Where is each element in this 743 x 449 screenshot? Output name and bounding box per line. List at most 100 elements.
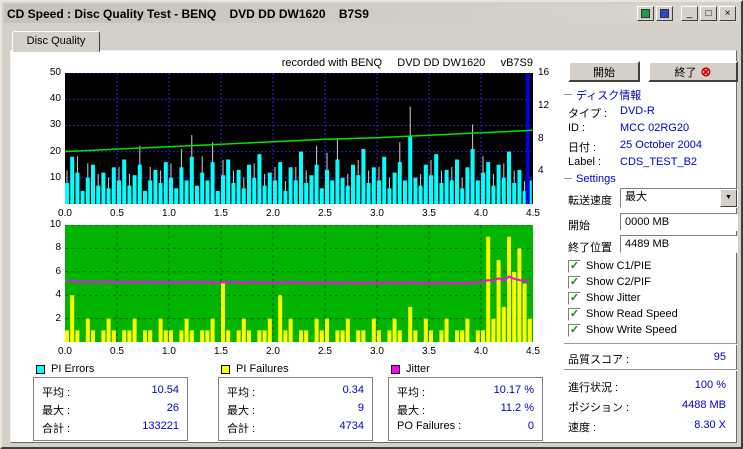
settings-header: Settings [564,173,616,185]
axis-tick-label: 8 [538,132,544,144]
pi-failures-jitter-chart [65,225,533,342]
disc-id-value: MCC 02RG20 [620,122,690,134]
axis-tick-label: 0.5 [110,208,124,219]
disc-type-label: タイプ : [568,108,608,120]
axis-tick-label: 4.0 [474,208,488,219]
titlebar-document-button[interactable] [637,6,654,21]
axis-tick-label: 1.0 [162,346,176,357]
checkbox-icon[interactable]: ✓ [568,259,581,273]
quality-score-value: 95 [713,351,726,363]
axis-tick-label: 1.5 [214,346,228,357]
pi-errors-chart [65,73,533,204]
axis-tick-label: 3.0 [370,208,384,219]
section-dash [564,94,572,96]
checkbox-show-c2-pif[interactable]: ✓ Show C2/PIF [568,275,651,289]
checkbox-icon[interactable]: ✓ [568,275,581,289]
transfer-speed-dropdown[interactable]: 最大 ▼ [620,188,738,208]
axis-tick-label: 2 [55,312,61,324]
checkbox-show-write-speed[interactable]: ✓ Show Write Speed [568,323,677,337]
jitter-stats-box: 平均 :10.17 % 最大 :11.2 % PO Failures :0 [388,377,543,441]
maximize-button[interactable]: □ [700,6,717,21]
axis-tick-label: 40 [49,93,61,105]
disc-label-value: CDS_TEST_B2 [620,156,698,168]
axis-tick-label: 3.5 [422,346,436,357]
axis-tick-label: 4.5 [526,208,540,219]
axis-tick-label: 2.0 [266,346,280,357]
checkbox-icon[interactable]: ✓ [568,307,581,321]
disc-date-value: 25 October 2004 [620,139,702,151]
disc-date-label: 日付 : [568,142,597,154]
disc-type-value: DVD-R [620,105,655,117]
checkbox-icon[interactable]: ✓ [568,323,581,337]
exit-button[interactable]: 終了 ⊗ [648,61,738,82]
pi-failures-legend: PI Failures [221,363,289,375]
window-title: CD Speed : Disc Quality Test - BENQ DVD … [7,6,369,21]
exit-cross-icon: ⊗ [700,64,712,79]
titlebar-disc-button[interactable] [656,6,673,21]
transfer-speed-value: 最大 [625,191,647,203]
titlebar[interactable]: CD Speed : Disc Quality Test - BENQ DVD … [4,4,739,23]
pi-failures-stats-box: 平均 :0.34 最大 :9 合計 :4734 [218,377,373,441]
disc-icon [660,9,669,18]
transfer-speed-label: 転送速度 [568,195,612,207]
axis-tick-label: 3.0 [370,346,384,357]
axis-tick-label: 0.5 [110,346,124,357]
speed-label: 速度 : [568,422,597,434]
axis-tick-label: 50 [49,67,61,78]
checkbox-show-read-speed[interactable]: ✓ Show Read Speed [568,307,678,321]
end-position-label: 終了位置 [568,242,612,254]
tab-disc-quality[interactable]: Disc Quality [12,31,100,52]
start-position-label: 開始 [568,220,590,232]
start-button[interactable]: 開始 [568,61,640,82]
checkbox-icon[interactable]: ✓ [568,291,581,305]
recorded-with-label: recorded with BENQ DVD DD DW1620 vB7S9 [281,57,533,69]
disc-id-label: ID : [568,122,586,134]
axis-tick-label: 2.0 [266,208,280,219]
close-button[interactable]: × [719,6,736,21]
position-label: ポジション : [568,402,630,414]
pi-errors-color-swatch [36,364,45,374]
disc-info-header: ディスク情報 [564,87,641,103]
disc-quality-page: recorded with BENQ DVD DD DW1620 vB7S9 5… [10,50,738,443]
separator [564,343,738,345]
checkbox-show-c1-pie[interactable]: ✓ Show C1/PIE [568,259,651,273]
minimize-button[interactable]: _ [681,6,698,21]
axis-tick-label: 10 [49,219,61,230]
pi-errors-legend: PI Errors [36,363,94,375]
start-position-field[interactable]: 0000 MB [620,213,738,231]
axis-tick-label: 0.0 [58,346,72,357]
axis-tick-label: 1.5 [214,208,228,219]
axis-tick-label: 3.5 [422,208,436,219]
axis-tick-label: 8 [55,242,61,254]
end-position-field[interactable]: 4489 MB [620,235,738,253]
pi-errors-stats-box: 平均 :10.54 最大 :26 合計 :133221 [33,377,188,441]
axis-tick-label: 1.0 [162,208,176,219]
speed-value: 8.30 X [694,419,726,431]
minimize-icon: _ [686,7,693,19]
checkbox-show-jitter[interactable]: ✓ Show Jitter [568,291,640,305]
axis-tick-label: 4.0 [474,346,488,357]
axis-tick-label: 20 [49,145,61,157]
separator [564,369,738,371]
axis-tick-label: 16 [538,67,550,78]
quality-score-label: 品質スコア : [568,354,630,366]
axis-tick-label: 0.0 [58,208,72,219]
chevron-down-icon[interactable]: ▼ [720,189,737,207]
axis-tick-label: 4 [55,289,61,301]
axis-tick-label: 2.5 [318,346,332,357]
disc-label-label: Label : [568,156,602,168]
axis-tick-label: 6 [55,265,61,277]
axis-tick-label: 10 [49,171,61,183]
section-dash [564,178,572,180]
jitter-legend: Jitter [391,363,430,375]
axis-tick-label: 4.5 [526,346,540,357]
position-value: 4488 MB [681,399,726,411]
progress-label: 進行状況 : [568,382,619,394]
axis-tick-label: 30 [49,119,61,131]
jitter-color-swatch [391,364,400,374]
axis-tick-label: 12 [538,99,550,111]
axis-tick-label: 4 [538,165,544,177]
app-window: CD Speed : Disc Quality Test - BENQ DVD … [0,0,743,449]
document-icon [641,9,650,18]
axis-tick-label: 2.5 [318,208,332,219]
